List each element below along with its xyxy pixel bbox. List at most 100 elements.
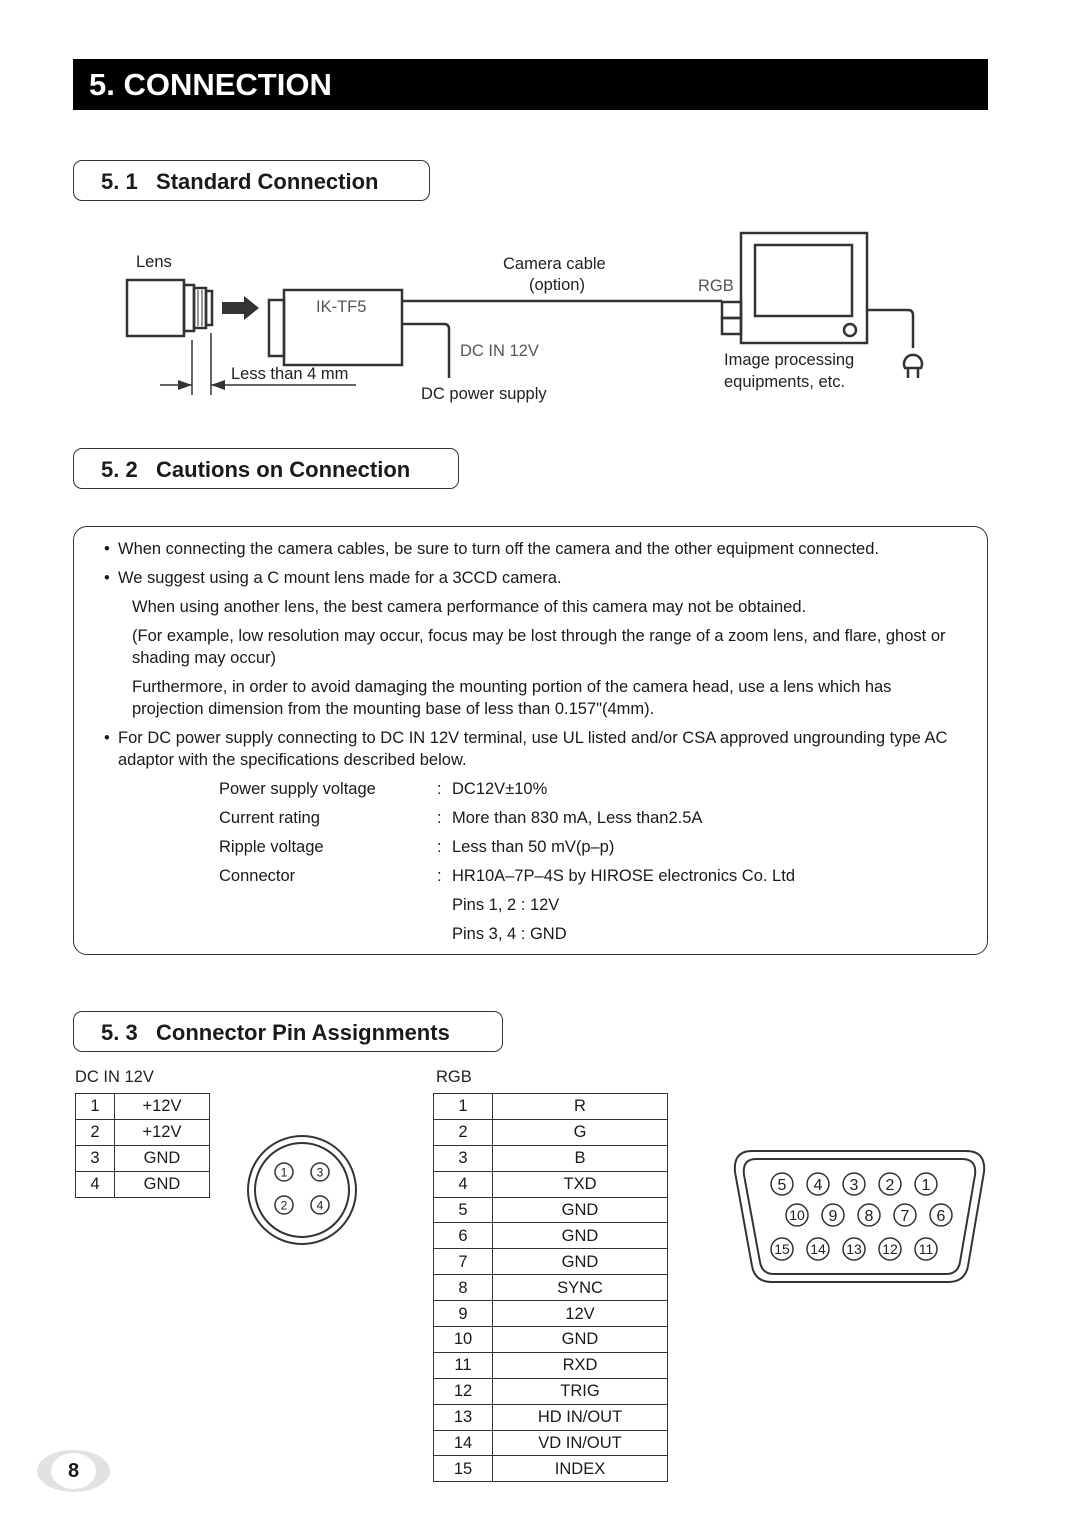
connector-pin-number: 9 [829, 1208, 838, 1225]
pin-row: 15 INDEX [433, 1455, 668, 1483]
pin-number: 4 [433, 1170, 493, 1198]
page-number: 8 [51, 1453, 96, 1489]
pin-row: 3 GND [75, 1144, 210, 1172]
bullet-icon: • [104, 540, 110, 558]
pin-number: 7 [433, 1248, 493, 1276]
spec-value: HR10A–7P–4S by HIROSE electronics Co. Lt… [452, 867, 795, 885]
connector-pin-number: 8 [865, 1208, 874, 1225]
pin-signal: GND [492, 1248, 668, 1276]
pin-signal: GND [492, 1196, 668, 1224]
camera-cable-option-label: (option) [529, 276, 585, 294]
spec-label: Ripple voltage [219, 838, 324, 856]
pins-note: Pins 1, 2 : 12V [452, 896, 560, 914]
pin-row: 8 SYNC [433, 1274, 668, 1302]
connector-pin-number: 11 [919, 1241, 934, 1257]
bullet-icon: • [104, 569, 110, 587]
pin-signal: R [492, 1093, 668, 1120]
camera-model-label: IK-TF5 [316, 298, 367, 316]
camera-cable-label: Camera cable [503, 255, 606, 273]
pin-number: 10 [433, 1326, 493, 1353]
connector-pin-number: 6 [937, 1208, 946, 1225]
pin-number: 15 [433, 1455, 493, 1483]
pin-number: 3 [75, 1144, 115, 1172]
connector-pin-number: 5 [778, 1177, 787, 1194]
pin-number: 9 [433, 1300, 493, 1328]
connector-pin-number: 3 [850, 1177, 859, 1194]
pin-number: 11 [433, 1351, 493, 1379]
chapter-header: 5. CONNECTION [73, 59, 988, 110]
spec-label: Connector [219, 867, 296, 885]
spec-value: Less than 50 mV(p–p) [452, 838, 615, 856]
pin-row: 5 GND [433, 1196, 668, 1224]
pin-number: 14 [433, 1429, 493, 1457]
pin-row: 14 VD IN/OUT [433, 1429, 668, 1457]
pin-row: 1 +12V [75, 1093, 210, 1120]
section-heading-standard-connection: 5. 1 Standard Connection [73, 160, 430, 201]
bullet-icon: • [104, 729, 110, 747]
pin-number: 1 [75, 1093, 115, 1120]
pin-row: 10 GND [433, 1326, 668, 1353]
spec-label: Current rating [219, 809, 320, 827]
pin-signal: TXD [492, 1170, 668, 1198]
connector-pin-number: 12 [882, 1241, 898, 1257]
cautions-box: • When connecting the camera cables, be … [73, 526, 988, 955]
pin-signal: G [492, 1118, 668, 1146]
pin-signal: SYNC [492, 1274, 668, 1302]
dc-table-title: DC IN 12V [75, 1068, 154, 1086]
pin-signal: HD IN/OUT [492, 1403, 668, 1431]
connector-pin-number: 3 [317, 1165, 324, 1179]
spec-value: More than 830 mA, Less than2.5A [452, 809, 703, 827]
spec-value: DC12V±10% [452, 780, 548, 798]
pin-signal: VD IN/OUT [492, 1429, 668, 1457]
dc-pin-table: 1 +12V 2 +12V 3 GND 4 GND [75, 1093, 210, 1198]
spec-label: Power supply voltage [219, 780, 376, 798]
pin-number: 2 [75, 1118, 115, 1146]
pins-note: Pins 3, 4 : GND [452, 925, 567, 943]
lens-body [125, 278, 186, 338]
caution-paragraph: (For example, low resolution may occur, … [132, 627, 946, 667]
caution-paragraph: Furthermore, in order to avoid damaging … [132, 678, 892, 718]
section-title: 5. 2 Cautions on Connection [101, 457, 411, 482]
connector-pin-number: 14 [810, 1241, 826, 1257]
pin-number: 6 [433, 1222, 493, 1250]
lens-ring [182, 283, 196, 333]
connector-pin-number: 15 [774, 1241, 790, 1257]
pin-row: 12 TRIG [433, 1377, 668, 1405]
pin-row: 2 +12V [75, 1118, 210, 1146]
pin-signal: GND [492, 1326, 668, 1353]
pin-row: 9 12V [433, 1300, 668, 1328]
pin-number: 5 [433, 1196, 493, 1224]
connector-pin-number: 10 [789, 1207, 805, 1223]
pin-row: 1R [433, 1093, 668, 1120]
connector-pin-number: 2 [886, 1177, 895, 1194]
spec-colon: : [437, 780, 442, 798]
pin-row: 4 GND [75, 1170, 210, 1198]
pin-signal: +12V [114, 1093, 210, 1120]
page-number-badge: 8 [37, 1450, 110, 1492]
pin-number: 4 [75, 1170, 115, 1198]
spec-colon: : [437, 809, 442, 827]
rgb-dsub-connector-drawing: 5 4 3 2 1 10 9 8 7 6 15 14 13 12 11 [733, 1150, 986, 1283]
pin-signal: 12V [492, 1300, 668, 1328]
pin-signal: TRIG [492, 1377, 668, 1405]
section-title: 5. 3 Connector Pin Assignments [101, 1020, 450, 1045]
pin-signal: GND [492, 1222, 668, 1250]
spec-colon: : [437, 867, 442, 885]
caution-item: • For DC power supply connecting to DC I… [104, 729, 948, 769]
rgb-table-title: RGB [436, 1068, 472, 1086]
section-heading-pin-assignments: 5. 3 Connector Pin Assignments [73, 1011, 503, 1052]
monitor-knob [842, 322, 858, 338]
connector-pin-number: 4 [814, 1177, 823, 1194]
pin-signal: GND [114, 1170, 210, 1198]
dc-in-label: DC IN 12V [460, 342, 539, 360]
pin-row: 13 HD IN/OUT [433, 1403, 668, 1431]
monitor-screen [753, 243, 854, 318]
plug [902, 353, 924, 370]
chapter-title: 5. CONNECTION [89, 67, 332, 102]
pin-number: 8 [433, 1274, 493, 1302]
equipment-label: Image processing [724, 351, 855, 369]
pin-signal: +12V [114, 1118, 210, 1146]
pin-signal: B [492, 1144, 668, 1172]
connector-pin-number: 13 [846, 1241, 862, 1257]
pin-number: 12 [433, 1377, 493, 1405]
